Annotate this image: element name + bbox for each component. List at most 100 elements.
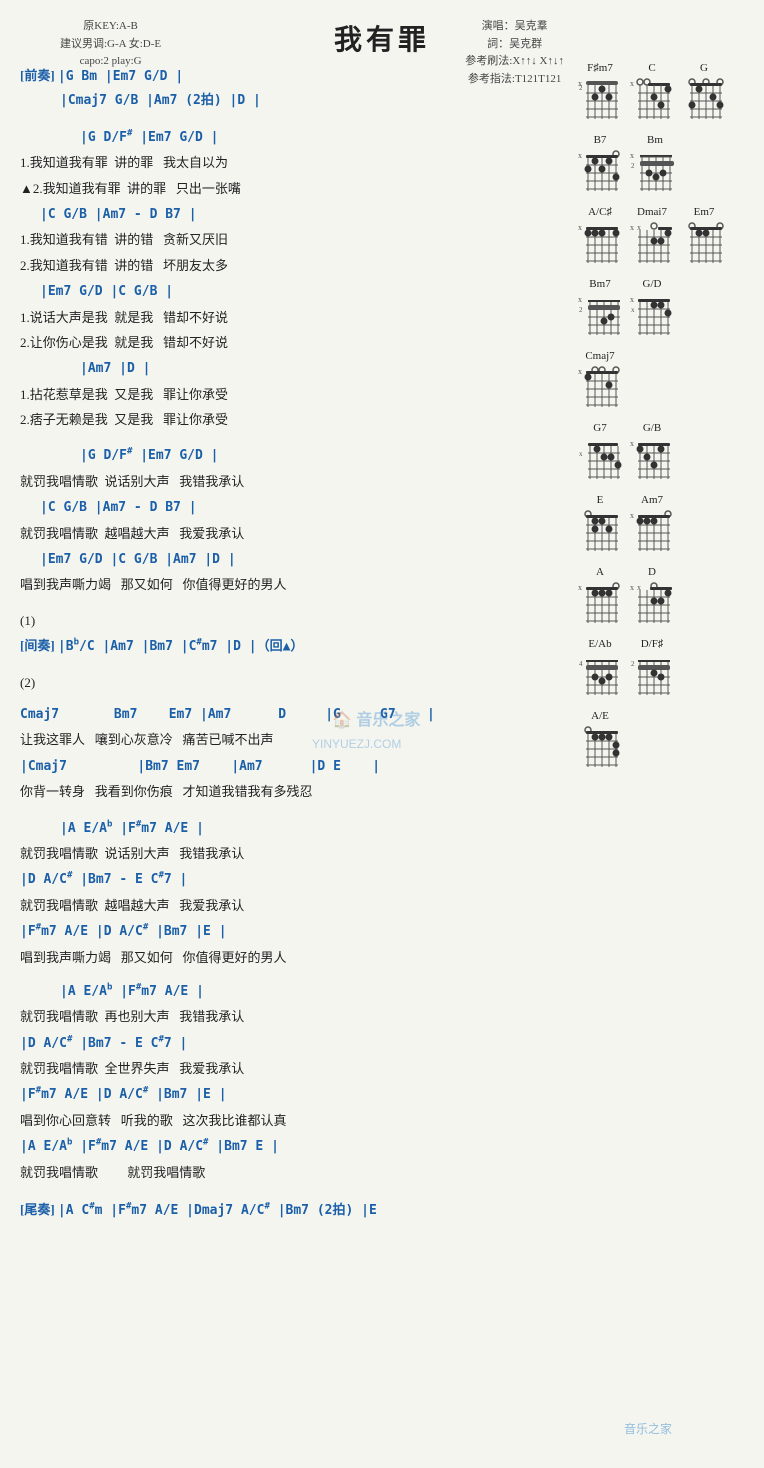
verse1-chord1: |G D/F# |Em7 G/D | — [20, 125, 559, 149]
suggested-key: 建议男调:G-A 女:D-E — [60, 36, 161, 54]
bottom-watermark: 音乐之家 — [624, 1413, 744, 1448]
svg-text:x: x — [578, 583, 582, 592]
chorus2b-lyric1: 就罚我唱情歌 再也别大声 我错我承认 — [20, 1005, 559, 1028]
svg-text:2: 2 — [631, 660, 635, 668]
chord-g7: G7 x — [578, 422, 622, 484]
chord-bm7: Bm7 x 2 — [578, 278, 622, 340]
svg-text:x: x — [630, 295, 634, 304]
chord-a: A x — [578, 566, 622, 628]
chord-g-d: G/D x x — [630, 278, 674, 340]
chord-fsharp-m7: F♯m7 x — [578, 62, 622, 124]
verse1-lyric4a: 1.拈花惹草是我 又是我 罪让你承受 — [20, 383, 559, 406]
chord-bm: Bm x 2 — [630, 134, 680, 196]
svg-text:x: x — [630, 583, 634, 592]
svg-text:x: x — [630, 79, 634, 88]
prelude-line2: |Cmaj7 G/B |Am7 (2拍) |D | — [20, 88, 559, 112]
verse1-lyric3a: 1.说话大声是我 就是我 错却不好说 — [20, 306, 559, 329]
chord-em7: Em7 — [682, 206, 726, 268]
outro-section: [尾奏] |A C#m |F#m7 A/E |Dmaj7 A/C# |Bm7 (… — [20, 1198, 559, 1222]
verse1-lyric1b: ▲2.我知道我有罪 讲的罪 只出一张嘴 — [20, 177, 559, 200]
svg-text:x: x — [578, 295, 582, 304]
lyrics-credit: 詞：吴克群 — [465, 36, 564, 54]
svg-text:2: 2 — [579, 306, 583, 314]
svg-text:x: x — [630, 439, 634, 448]
svg-text:4: 4 — [579, 660, 583, 668]
strum-pattern: 参考刷法:X↑↑↓ X↑↓↑ — [465, 53, 564, 71]
chorus2a-chord1: |A E/Ab |F#m7 A/E | — [20, 816, 559, 840]
chord-row-10: A/E — [574, 710, 759, 778]
svg-text:2: 2 — [631, 162, 635, 170]
finger-pattern: 参考指法:T121T121 — [465, 71, 564, 89]
chord-cmaj7: Cmaj7 x — [578, 350, 622, 412]
chorus2b-lyric4: 就罚我唱情歌 就罚我唱情歌 — [20, 1161, 559, 1184]
chorus2b-lyric3: 唱到你心回意转 听我的歌 这次我比谁都认真 — [20, 1109, 559, 1132]
chorus1-chord2: |C G/B |Am7 - D B7 | — [20, 495, 559, 519]
verse1-chord3: |Em7 G/D |C G/B | — [20, 279, 559, 303]
chorus1-lyric2: 就罚我唱情歌 越唱越大声 我爱我承认 — [20, 522, 559, 545]
chord-g-b: G/B x — [630, 422, 674, 484]
chord-a-e: A/E — [578, 710, 622, 772]
verse1-lyric3b: 2.让你伤心是我 就是我 错却不好说 — [20, 331, 559, 354]
verse1-lyric2b: 2.我知道我有错 讲的错 坏朋友太多 — [20, 254, 559, 277]
svg-text:x: x — [579, 450, 583, 458]
chord-ac-sharp: A/C♯ x — [578, 206, 622, 268]
bridge-lyric2: 你背一转身 我看到你伤痕 才知道我错我有多残忍 — [20, 780, 559, 803]
capo: capo:2 play:G — [60, 53, 161, 71]
svg-text:x: x — [631, 306, 635, 314]
chorus2a-lyric3: 唱到我声嘶力竭 那又如何 你值得更好的男人 — [20, 946, 559, 969]
svg-text:音乐之家: 音乐之家 — [624, 1421, 672, 1436]
verse1-lyric2a: 1.我知道我有错 讲的错 贪新又厌旧 — [20, 228, 559, 251]
chord-row-6: G7 x — [574, 422, 759, 490]
chord-e-ab: E/Ab 4 — [578, 638, 622, 700]
chord-am7: Am7 x — [630, 494, 674, 556]
bridge-chord1: Cmaj7 Bm7 Em7 |Am7 D |G G7 | — [20, 702, 559, 726]
verse1-chord2: |C G/B |Am7 - D B7 | — [20, 202, 559, 226]
interlude-section: [间奏] |Bb/C |Am7 |Bm7 |C#m7 |D |（回▲） — [20, 634, 559, 658]
chord-row-2: B7 x — [574, 134, 759, 202]
chord-row-9: E/Ab 4 — [574, 638, 759, 706]
svg-text:x: x — [578, 223, 582, 232]
chord-row-7: E — [574, 494, 759, 562]
chorus1-lyric3: 唱到我声嘶力竭 那又如何 你值得更好的男人 — [20, 573, 559, 596]
chorus1-lyric1: 就罚我唱情歌 说话别大声 我错我承认 — [20, 470, 559, 493]
chorus2b-chord2: |D A/C# |Bm7 - E C#7 | — [20, 1031, 559, 1055]
chorus2b-chord3: |F#m7 A/E |D A/C# |Bm7 |E | — [20, 1082, 559, 1106]
bridge-chord2: |Cmaj7 |Bm7 Em7 |Am7 |D E | — [20, 754, 559, 778]
chorus2a-lyric2: 就罚我唱情歌 越唱越大声 我爱我承认 — [20, 894, 559, 917]
chord-d: D x x — [630, 566, 674, 628]
svg-text:x: x — [630, 223, 634, 232]
verse1-lyric4b: 2.痞子无赖是我 又是我 罪让你承受 — [20, 408, 559, 431]
title-section: 原KEY:A-B 建议男调:G-A 女:D-E capo:2 play:G 我有… — [0, 10, 764, 62]
lyrics-section: [前奏] |G Bm |Em7 G/D | |Cmaj7 G/B |Am7 (2… — [0, 62, 569, 1224]
chord-c: C x — [630, 62, 674, 124]
chorus2b-chord4: |A E/Ab |F#m7 A/E |D A/C# |Bm7 E | — [20, 1134, 559, 1158]
chord-b7: B7 x — [578, 134, 622, 196]
chord-row-8: A x — [574, 566, 759, 634]
chord-row-5: Cmaj7 x — [574, 350, 759, 418]
marker1: (1) — [20, 609, 559, 632]
meta-right: 演唱：吴克羣 詞：吴克群 参考刷法:X↑↑↓ X↑↓↑ 参考指法:T121T12… — [465, 18, 564, 88]
verse1-lyric1a: 1.我知道我有罪 讲的罪 我太自以为 — [20, 151, 559, 174]
chord-diagrams: F♯m7 x — [569, 62, 764, 1224]
original-key: 原KEY:A-B — [60, 18, 161, 36]
chorus2b-chord1: |A E/Ab |F#m7 A/E | — [20, 979, 559, 1003]
page: 原KEY:A-B 建议男调:G-A 女:D-E capo:2 play:G 我有… — [0, 0, 764, 1234]
svg-text:x: x — [578, 151, 582, 160]
svg-text:x: x — [630, 511, 634, 520]
svg-text:x: x — [578, 367, 582, 376]
svg-text:x: x — [630, 151, 634, 160]
chorus1-chord3: |Em7 G/D |C G/B |Am7 |D | — [20, 547, 559, 571]
bridge-lyric1: 让我这罪人 嚷到心灰意冷 痛苦已喊不出声 — [20, 728, 559, 751]
chord-d-fsharp: D/F♯ 2 — [630, 638, 674, 700]
meta-left: 原KEY:A-B 建议男调:G-A 女:D-E capo:2 play:G — [60, 18, 161, 71]
singer: 演唱：吴克羣 — [465, 18, 564, 36]
chorus2a-lyric1: 就罚我唱情歌 说话别大声 我错我承认 — [20, 842, 559, 865]
chord-e: E — [578, 494, 622, 556]
chord-g: G — [682, 62, 726, 124]
marker2: (2) — [20, 671, 559, 694]
chorus2a-chord3: |F#m7 A/E |D A/C# |Bm7 |E | — [20, 919, 559, 943]
svg-text:2: 2 — [579, 84, 583, 92]
verse1-chord4: |Am7 |D | — [20, 356, 559, 380]
chord-dmaj7: Dmai7 x x — [630, 206, 674, 268]
chorus1-chord1: |G D/F# |Em7 G/D | — [20, 443, 559, 467]
